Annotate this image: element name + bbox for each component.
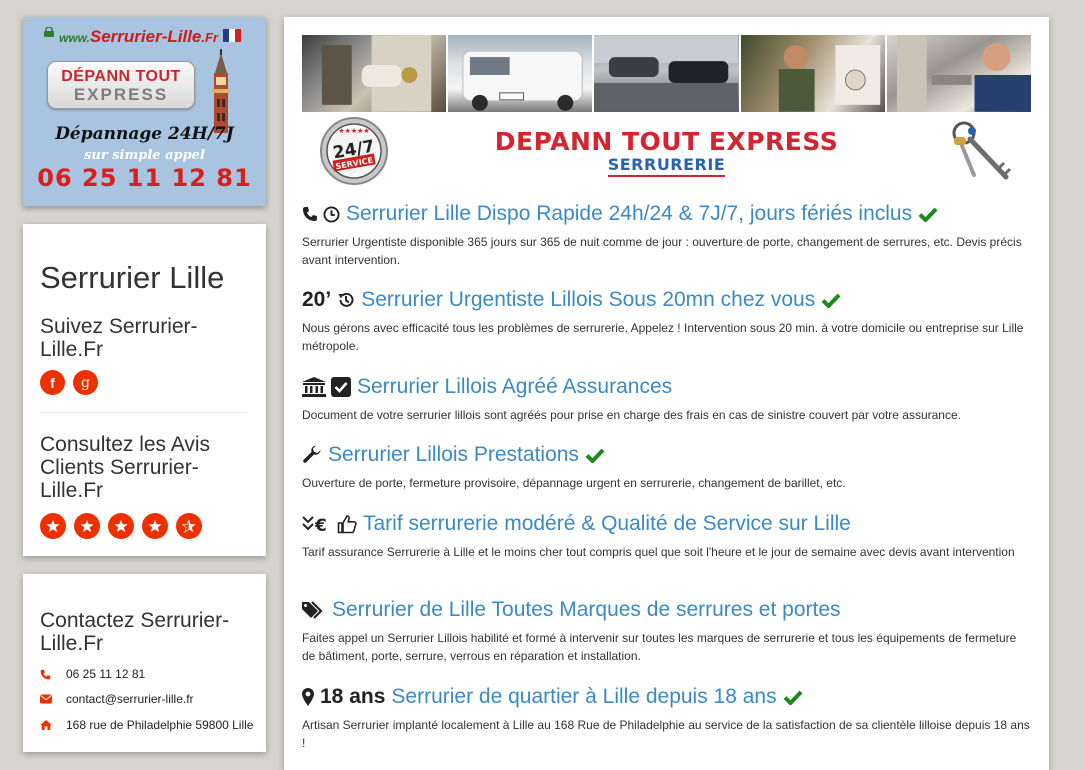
contact-address: 168 rue de Philadelphie 59800 Lille	[40, 718, 253, 732]
reviews-heading[interactable]: Consultez les Avis Clients Serrurier-Lil…	[40, 433, 250, 502]
service-link[interactable]: Serrurier de quartier à Lille depuis 18 …	[391, 685, 776, 709]
service-prefix: 20’	[302, 288, 332, 311]
contact-address-text: 168 rue de Philadelphie 59800 Lille	[66, 718, 254, 732]
star-half-icon	[176, 513, 202, 539]
check-square-icon	[331, 377, 351, 397]
clock-icon	[323, 205, 340, 223]
star-icon	[142, 513, 168, 539]
check-icon	[585, 448, 605, 463]
service-link[interactable]: Serrurier Lillois Agréé Assurances	[357, 375, 672, 399]
star-icon	[108, 513, 134, 539]
french-flag-icon	[223, 29, 241, 42]
banner-subtitle: SERRURERIE	[284, 155, 1049, 177]
logo-phone: 06 25 11 12 81	[37, 164, 252, 192]
logo-call-line: sur simple appel	[84, 148, 205, 163]
logo-url: www.Serrurier-Lille.Fr	[59, 27, 219, 46]
check-icon	[821, 293, 841, 308]
logo-brand-line1: DÉPANN TOUT	[61, 68, 181, 85]
service-item: Serrurier Lille Dispo Rapide 24h/24 & 7J…	[302, 201, 1032, 269]
service-description: Nous gérons avec efficacité tous les pro…	[302, 321, 1024, 353]
keys-icon	[952, 121, 1012, 180]
phone-icon	[303, 207, 317, 221]
banner-title: DEPANN TOUT EXPRESS	[494, 127, 839, 156]
service-item: 18 ans Serrurier de quartier à Lille dep…	[302, 684, 1032, 752]
service-item: Serrurier de Lille Toutes Marques de ser…	[302, 597, 1032, 665]
service-link[interactable]: Serrurier de Lille Toutes Marques de ser…	[332, 598, 841, 622]
service-item: 20’ Serrurier Urgentiste Lillois Sous 20…	[302, 287, 1032, 355]
star-icon	[40, 513, 66, 539]
history-icon	[338, 292, 354, 307]
logo-brand-box: DÉPANN TOUT EXPRESS	[47, 61, 195, 109]
thumbs-up-icon	[337, 515, 357, 534]
service-description: Artisan Serrurier implanté localement à …	[302, 718, 1030, 750]
contact-heading: Contactez Serrurier-Lille.Fr	[40, 609, 230, 655]
phone-icon	[40, 669, 66, 680]
photo-lock-repair	[886, 35, 1032, 112]
facebook-icon[interactable]: f	[40, 370, 65, 395]
check-icon	[783, 690, 803, 705]
tags-icon	[302, 601, 323, 619]
service-description: Faites appel un Serrurier Lillois habili…	[302, 631, 1017, 663]
contact-phone-text: 06 25 11 12 81	[66, 667, 146, 681]
down-euro-icon: €	[302, 516, 327, 534]
photo-locksmith-door	[302, 35, 447, 112]
sidebar-info-card: Serrurier Lille Suivez Serrurier-Lille.F…	[23, 224, 266, 556]
photo-workshop	[740, 35, 885, 112]
divider	[40, 412, 247, 413]
envelope-icon	[40, 694, 66, 704]
service-link[interactable]: Serrurier Urgentiste Lillois Sous 20mn c…	[361, 288, 815, 312]
contact-phone[interactable]: 06 25 11 12 81	[40, 667, 145, 681]
bank-icon	[302, 377, 326, 397]
sidebar-title: Serrurier Lille	[40, 260, 225, 295]
star-icon	[74, 513, 100, 539]
padlock-icon	[44, 27, 54, 37]
service-description: Serrurier Urgentiste disponible 365 jour…	[302, 235, 1022, 267]
service-description: Tarif assurance Serrurerie à Lille et le…	[302, 545, 1015, 559]
site-logo[interactable]: www.Serrurier-Lille.Fr DÉPANN TOUT EXPRE…	[23, 17, 266, 206]
main-content: 24/7 SERVICE ★★★★★ DEPANN TOUT EXPRESS S…	[284, 17, 1049, 770]
service-link[interactable]: Tarif serrurerie modéré & Qualité de Ser…	[363, 512, 851, 536]
svg-text:€: €	[314, 516, 327, 534]
contact-email[interactable]: contact@serrurier-lille.fr	[40, 692, 194, 706]
service-link[interactable]: Serrurier Lillois Prestations	[328, 443, 579, 467]
star-rating[interactable]	[40, 513, 202, 539]
photo-street	[594, 35, 739, 112]
service-item: Serrurier Lillois Prestations Ouverture …	[302, 442, 1032, 492]
google-icon[interactable]: g	[73, 370, 98, 395]
service-description: Document de votre serrurier lillois sont…	[302, 408, 961, 422]
logo-brand-line2: EXPRESS	[73, 85, 169, 104]
home-icon	[40, 720, 66, 730]
banner-photos	[302, 35, 1032, 112]
logo-tagline: Dépannage 24H/7J	[55, 124, 234, 144]
belfry-icon	[212, 49, 230, 133]
service-item: Serrurier Lillois Agréé Assurances Docum…	[302, 374, 1032, 424]
wrench-icon	[303, 445, 321, 463]
follow-heading: Suivez Serrurier-Lille.Fr	[40, 315, 198, 361]
social-links: f g	[40, 370, 98, 395]
map-marker-icon	[302, 688, 314, 706]
contact-email-text: contact@serrurier-lille.fr	[66, 692, 194, 706]
check-icon	[918, 207, 938, 222]
contact-card: Contactez Serrurier-Lille.Fr 06 25 11 12…	[23, 574, 266, 752]
service-prefix: 18 ans	[320, 685, 386, 708]
service-item: € Tarif serrurerie modéré & Qualité de S…	[302, 511, 1032, 561]
photo-van	[448, 35, 593, 112]
service-link[interactable]: Serrurier Lille Dispo Rapide 24h/24 & 7J…	[346, 202, 912, 226]
service-description: Ouverture de porte, fermeture provisoire…	[302, 476, 846, 490]
